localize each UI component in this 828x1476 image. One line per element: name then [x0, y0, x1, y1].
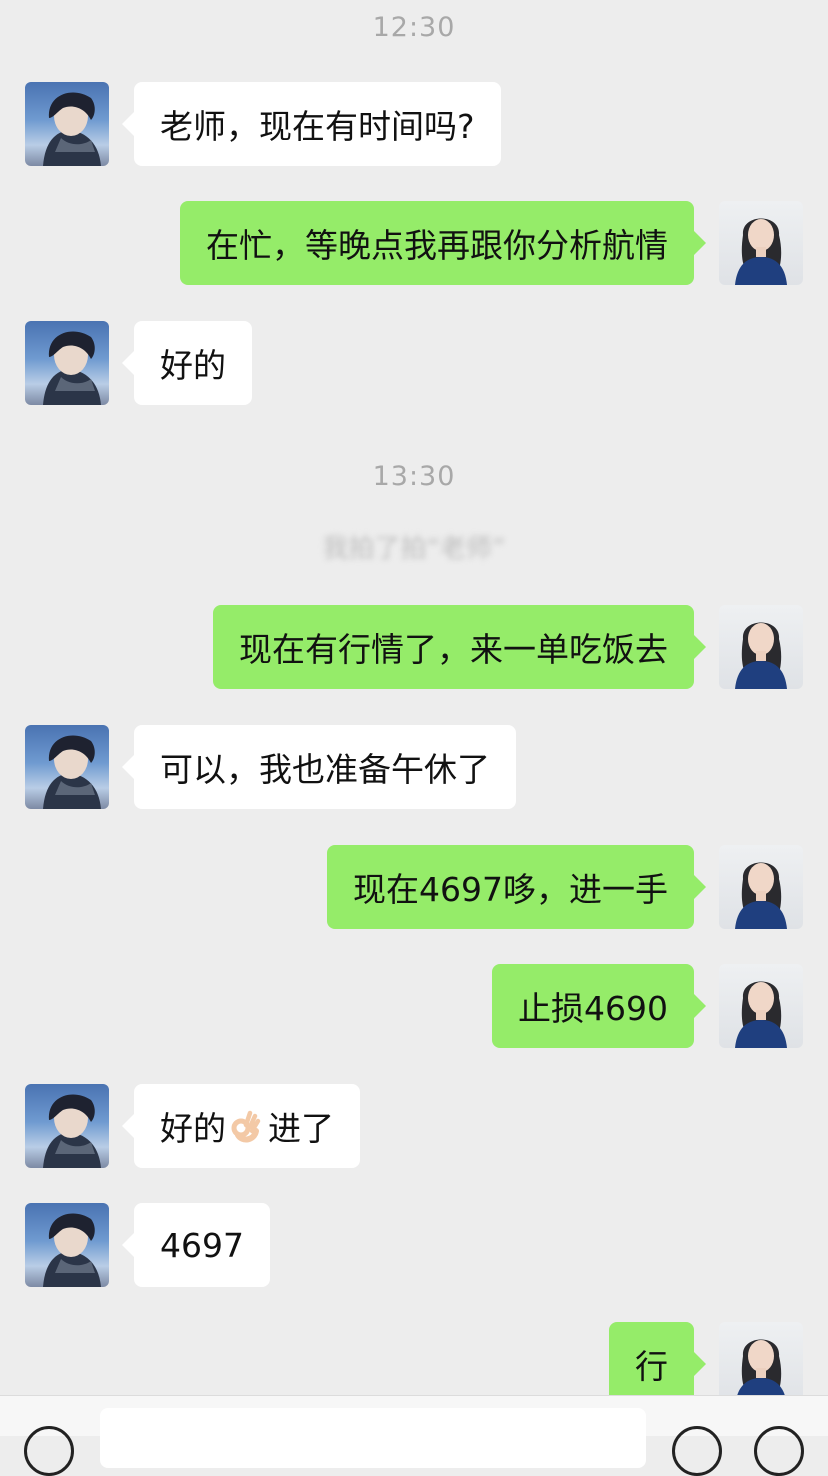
message-bubble-received[interactable]: 好的 进了: [122, 1084, 360, 1168]
my-avatar[interactable]: [719, 201, 803, 285]
contact-avatar[interactable]: [25, 1084, 109, 1168]
message-bubble-sent[interactable]: 现在4697哆，进一手: [327, 845, 706, 929]
my-avatar[interactable]: [719, 605, 803, 689]
message-text: 好的: [160, 1109, 226, 1148]
message-bubble-sent[interactable]: 止损4690: [492, 964, 706, 1048]
contact-avatar[interactable]: [25, 82, 109, 166]
message-bubble-received[interactable]: 可以，我也准备午休了: [122, 725, 516, 809]
ok-hand-icon: [228, 1109, 262, 1143]
message-bubble-received[interactable]: 好的: [122, 321, 252, 405]
my-avatar[interactable]: [719, 845, 803, 929]
emoji-icon[interactable]: [672, 1426, 722, 1476]
timestamp: 12:30: [372, 12, 456, 43]
message-bubble-sent[interactable]: 在忙，等晚点我再跟你分析航情: [180, 201, 706, 285]
my-avatar[interactable]: [719, 1322, 803, 1406]
message-text: 进了: [268, 1109, 334, 1148]
input-bar: [0, 1395, 828, 1476]
add-icon[interactable]: [754, 1426, 804, 1476]
contact-avatar[interactable]: [25, 725, 109, 809]
contact-avatar[interactable]: [25, 1203, 109, 1287]
voice-icon[interactable]: [24, 1426, 74, 1476]
contact-avatar[interactable]: [25, 321, 109, 405]
message-input[interactable]: [100, 1408, 646, 1468]
message-bubble-received[interactable]: 4697: [122, 1203, 270, 1287]
system-notice: 我拍了拍“老师”: [322, 534, 506, 564]
timestamp: 13:30: [372, 461, 456, 492]
message-bubble-sent[interactable]: 现在有行情了，来一单吃饭去: [213, 605, 706, 689]
message-bubble-received[interactable]: 老师，现在有时间吗?: [122, 82, 501, 166]
my-avatar[interactable]: [719, 964, 803, 1048]
message-bubble-sent[interactable]: 行: [609, 1322, 706, 1406]
